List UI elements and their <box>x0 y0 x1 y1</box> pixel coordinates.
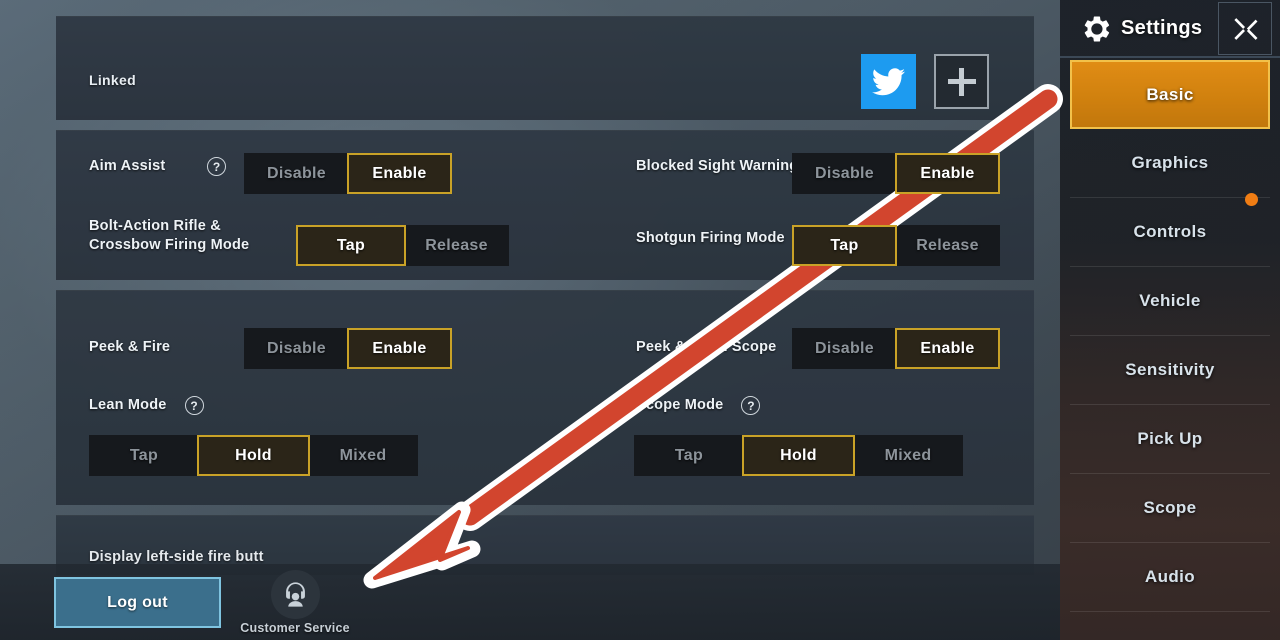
peek-scope-option-disable[interactable]: Disable <box>792 328 897 369</box>
setting-row-bolt-action-firing-mode: Bolt-Action Rifle & Crossbow Firing Mode <box>89 217 249 255</box>
sidebar-header: Settings <box>1060 0 1280 57</box>
gear-icon <box>1084 16 1110 42</box>
settings-title: Settings <box>1121 17 1203 39</box>
linked-accounts-panel: Linked <box>56 16 1034 120</box>
aim-assist-option-disable[interactable]: Disable <box>244 153 349 194</box>
scope-mode-option-hold[interactable]: Hold <box>742 435 855 476</box>
combat-settings-panel: Aim Assist ? Disable Enable Blocked Sigh… <box>56 130 1034 280</box>
sidebar-label-sensitivity: Sensitivity <box>1125 360 1215 379</box>
aim-assist-help-icon[interactable]: ? <box>207 157 226 176</box>
aim-assist-options: Disable Enable <box>244 153 452 194</box>
aim-assist-label: Aim Assist <box>89 158 166 174</box>
sidebar-item-audio[interactable]: Audio <box>1070 543 1270 612</box>
log-out-label: Log out <box>107 593 168 611</box>
add-linked-account-button[interactable] <box>934 54 989 109</box>
controls-notification-badge <box>1245 193 1258 206</box>
bolt-action-label-line2: Crossbow Firing Mode <box>89 237 250 253</box>
close-button[interactable] <box>1218 2 1272 55</box>
settings-screen: Linked Aim Assist ? Disable Enable Block… <box>0 0 1280 640</box>
sidebar-label-graphics: Graphics <box>1131 153 1209 172</box>
sidebar-item-sensitivity[interactable]: Sensitivity <box>1070 336 1270 405</box>
blocked-sight-warning-option-enable[interactable]: Enable <box>895 153 1000 194</box>
peek-and-fire-option-enable[interactable]: Enable <box>347 328 452 369</box>
sidebar-item-scope[interactable]: Scope <box>1070 474 1270 543</box>
sidebar-label-vehicle: Vehicle <box>1139 291 1201 310</box>
lean-mode-label: Lean Mode <box>89 397 167 413</box>
blocked-sight-warning-options: Disable Enable <box>792 153 1000 194</box>
customer-service-icon-wrap <box>270 570 320 619</box>
shotgun-option-tap[interactable]: Tap <box>792 225 897 266</box>
peek-and-open-scope-options: Disable Enable <box>792 328 1000 369</box>
bolt-action-label-line1: Bolt-Action Rifle & <box>89 218 221 234</box>
sidebar-item-vehicle[interactable]: Vehicle <box>1070 267 1270 336</box>
peek-and-fire-options: Disable Enable <box>244 328 452 369</box>
close-x-icon <box>1234 17 1258 40</box>
bolt-action-firing-mode-options: Tap Release <box>296 225 509 266</box>
twitter-bird-icon <box>872 67 905 95</box>
lean-mode-option-hold[interactable]: Hold <box>197 435 310 476</box>
peek-and-fire-label: Peek & Fire <box>89 339 171 355</box>
setting-row-peek-and-fire: Peek & Fire <box>89 338 170 357</box>
lean-mode-help-icon[interactable]: ? <box>184 396 204 415</box>
sidebar-label-basic: Basic <box>1146 84 1194 104</box>
sidebar-item-controls[interactable]: Controls <box>1070 193 1270 267</box>
linked-label: Linked <box>89 72 136 88</box>
shotgun-firing-mode-options: Tap Release <box>792 225 1000 266</box>
account-bottom-bar: Log out Customer Service Delete Account … <box>0 564 1060 640</box>
blocked-sight-warning-label: Blocked Sight Warning <box>636 158 799 174</box>
sidebar-label-pick-up: Pick Up <box>1137 429 1203 448</box>
scope-mode-help-icon[interactable]: ? <box>741 396 761 415</box>
scope-mode-option-tap[interactable]: Tap <box>634 435 744 476</box>
sidebar-header-divider <box>1060 56 1280 58</box>
setting-row-lean-mode: Lean Mode ? <box>89 396 204 415</box>
setting-row-scope-mode: Scope Mode ? <box>636 396 761 415</box>
setting-row-shotgun-firing-mode: Shotgun Firing Mode <box>636 229 785 248</box>
customer-service-label: Customer Service <box>240 621 350 635</box>
lean-mode-option-tap[interactable]: Tap <box>89 435 199 476</box>
sidebar-item-basic[interactable]: Basic <box>1070 60 1270 129</box>
bolt-action-option-release[interactable]: Release <box>404 225 509 266</box>
lean-mode-options: Tap Hold Mixed <box>89 435 418 476</box>
bolt-action-option-tap[interactable]: Tap <box>296 225 406 266</box>
lean-mode-option-mixed[interactable]: Mixed <box>308 435 418 476</box>
scope-mode-option-mixed[interactable]: Mixed <box>853 435 963 476</box>
twitter-link-button[interactable] <box>861 54 916 109</box>
customer-service-button[interactable]: Customer Service <box>240 570 350 635</box>
setting-row-peek-and-open-scope: Peek & Open Scope <box>636 338 776 357</box>
shotgun-option-release[interactable]: Release <box>895 225 1000 266</box>
blocked-sight-warning-option-disable[interactable]: Disable <box>792 153 897 194</box>
bolt-action-firing-mode-label: Bolt-Action Rifle & Crossbow Firing Mode <box>89 217 249 255</box>
sidebar-label-audio: Audio <box>1144 567 1196 586</box>
log-out-button[interactable]: Log out <box>54 577 221 628</box>
sidebar-label-scope: Scope <box>1143 498 1197 517</box>
shotgun-firing-mode-label: Shotgun Firing Mode <box>636 230 785 246</box>
settings-sidebar: Settings Basic Graphics Controls Vehicle… <box>1060 0 1280 640</box>
sidebar-item-graphics[interactable]: Graphics <box>1070 129 1270 198</box>
aim-assist-option-enable[interactable]: Enable <box>347 153 452 194</box>
peek-scope-option-enable[interactable]: Enable <box>895 328 1000 369</box>
sidebar-label-controls: Controls <box>1133 222 1207 241</box>
peek-and-fire-option-disable[interactable]: Disable <box>244 328 349 369</box>
setting-row-aim-assist: Aim Assist ? <box>89 157 226 176</box>
setting-row-blocked-sight-warning: Blocked Sight Warning <box>636 157 798 176</box>
peek-and-open-scope-label: Peek & Open Scope <box>636 339 777 355</box>
plus-icon <box>947 67 976 96</box>
peek-settings-panel: Peek & Fire Disable Enable Peek & Open S… <box>56 290 1034 505</box>
headset-agent-icon <box>285 582 305 607</box>
sidebar-item-pick-up[interactable]: Pick Up <box>1070 405 1270 474</box>
scope-mode-options: Tap Hold Mixed <box>634 435 963 476</box>
settings-main-column: Linked Aim Assist ? Disable Enable Block… <box>56 0 1034 640</box>
scope-mode-label: Scope Mode <box>636 397 724 413</box>
